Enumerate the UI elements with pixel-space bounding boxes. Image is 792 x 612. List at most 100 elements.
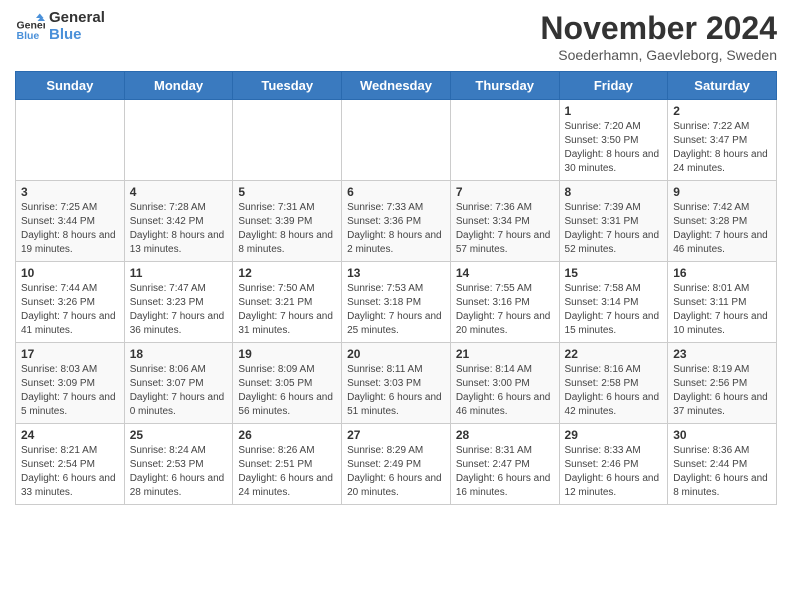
weekday-header-sunday: Sunday (16, 72, 125, 100)
day-number: 26 (238, 428, 336, 442)
calendar-cell: 22Sunrise: 8:16 AM Sunset: 2:58 PM Dayli… (559, 343, 668, 424)
logo-icon: General Blue (15, 12, 45, 42)
day-info: Sunrise: 7:58 AM Sunset: 3:14 PM Dayligh… (565, 282, 663, 338)
weekday-header-friday: Friday (559, 72, 668, 100)
calendar-cell: 16Sunrise: 8:01 AM Sunset: 3:11 PM Dayli… (668, 262, 777, 343)
day-number: 22 (565, 347, 663, 361)
calendar-cell: 20 Sunrise: 8:11 AM Sunset: 3:03 PM Dayli… (342, 343, 451, 424)
logo-blue: Blue (49, 27, 105, 44)
page-container: General Blue General Blue November 2024 … (0, 0, 792, 515)
day-number: 10 (21, 266, 119, 280)
weekday-header-monday: Monday (124, 72, 233, 100)
calendar-cell: 26 Sunrise: 8:26 AM Sunset: 2:51 PM Dayli… (233, 424, 342, 505)
calendar-cell: 12 Sunrise: 7:50 AM Sunset: 3:21 PM Dayli… (233, 262, 342, 343)
day-info: Sunrise: 8:33 AM Sunset: 2:46 PM Dayligh… (565, 444, 663, 500)
calendar-cell: 19 Sunrise: 8:09 AM Sunset: 3:05 PM Dayli… (233, 343, 342, 424)
day-number: 7 (456, 185, 554, 199)
day-number: 15 (565, 266, 663, 280)
calendar-cell (450, 100, 559, 181)
week-row-3: 10 Sunrise: 7:44 AM Sunset: 3:26 PM Dayli… (16, 262, 777, 343)
day-number: 27 (347, 428, 445, 442)
location: Soederhamn, Gaevleborg, Sweden (540, 47, 777, 63)
day-number: 24 (21, 428, 119, 442)
calendar-cell (342, 100, 451, 181)
calendar-cell: 11 Sunrise: 7:47 AM Sunset: 3:23 PM Dayli… (124, 262, 233, 343)
calendar-cell: 9Sunrise: 7:42 AM Sunset: 3:28 PM Daylig… (668, 181, 777, 262)
calendar-cell: 7Sunrise: 7:36 AM Sunset: 3:34 PM Daylig… (450, 181, 559, 262)
day-info: Sunrise: 8:14 AM Sunset: 3:00 PM Dayligh… (456, 363, 554, 419)
day-number: 11 (130, 266, 228, 280)
day-info: Sunrise: 7:39 AM Sunset: 3:31 PM Dayligh… (565, 201, 663, 257)
calendar-cell (16, 100, 125, 181)
week-row-2: 3 Sunrise: 7:25 AM Sunset: 3:44 PM Daylig… (16, 181, 777, 262)
calendar-cell: 21 Sunrise: 8:14 AM Sunset: 3:00 PM Dayli… (450, 343, 559, 424)
day-number: 21 (456, 347, 554, 361)
day-number: 3 (21, 185, 119, 199)
day-number: 4 (130, 185, 228, 199)
day-info: Sunrise: 7:50 AM Sunset: 3:21 PM Dayligh… (238, 282, 336, 338)
calendar-cell: 24Sunrise: 8:21 AM Sunset: 2:54 PM Dayli… (16, 424, 125, 505)
day-info: Sunrise: 7:28 AM Sunset: 3:42 PM Dayligh… (130, 201, 228, 257)
day-info: Sunrise: 7:22 AM Sunset: 3:47 PM Dayligh… (673, 120, 771, 176)
weekday-header-row: SundayMondayTuesdayWednesdayThursdayFrid… (16, 72, 777, 100)
calendar-cell: 14Sunrise: 7:55 AM Sunset: 3:16 PM Dayli… (450, 262, 559, 343)
day-number: 28 (456, 428, 554, 442)
day-info: Sunrise: 8:36 AM Sunset: 2:44 PM Dayligh… (673, 444, 771, 500)
calendar-cell: 8Sunrise: 7:39 AM Sunset: 3:31 PM Daylig… (559, 181, 668, 262)
calendar-cell: 6 Sunrise: 7:33 AM Sunset: 3:36 PM Daylig… (342, 181, 451, 262)
day-number: 5 (238, 185, 336, 199)
week-row-4: 17Sunrise: 8:03 AM Sunset: 3:09 PM Dayli… (16, 343, 777, 424)
month-title: November 2024 (540, 10, 777, 47)
day-info: Sunrise: 8:11 AM Sunset: 3:03 PM Dayligh… (347, 363, 445, 419)
day-info: Sunrise: 7:47 AM Sunset: 3:23 PM Dayligh… (130, 282, 228, 338)
page-header: General Blue General Blue November 2024 … (15, 10, 777, 63)
day-info: Sunrise: 8:01 AM Sunset: 3:11 PM Dayligh… (673, 282, 771, 338)
title-area: November 2024 Soederhamn, Gaevleborg, Sw… (540, 10, 777, 63)
day-info: Sunrise: 8:26 AM Sunset: 2:51 PM Dayligh… (238, 444, 336, 500)
week-row-5: 24Sunrise: 8:21 AM Sunset: 2:54 PM Dayli… (16, 424, 777, 505)
day-number: 25 (130, 428, 228, 442)
day-number: 17 (21, 347, 119, 361)
day-number: 13 (347, 266, 445, 280)
day-info: Sunrise: 7:20 AM Sunset: 3:50 PM Dayligh… (565, 120, 663, 176)
day-info: Sunrise: 7:53 AM Sunset: 3:18 PM Dayligh… (347, 282, 445, 338)
weekday-header-wednesday: Wednesday (342, 72, 451, 100)
day-number: 6 (347, 185, 445, 199)
calendar-cell: 13 Sunrise: 7:53 AM Sunset: 3:18 PM Dayli… (342, 262, 451, 343)
svg-text:Blue: Blue (17, 30, 40, 42)
week-row-1: 1 Sunrise: 7:20 AM Sunset: 3:50 PM Daylig… (16, 100, 777, 181)
weekday-header-thursday: Thursday (450, 72, 559, 100)
day-info: Sunrise: 8:24 AM Sunset: 2:53 PM Dayligh… (130, 444, 228, 500)
day-number: 29 (565, 428, 663, 442)
calendar-cell: 1 Sunrise: 7:20 AM Sunset: 3:50 PM Daylig… (559, 100, 668, 181)
day-info: Sunrise: 7:25 AM Sunset: 3:44 PM Dayligh… (21, 201, 119, 257)
calendar-cell: 10 Sunrise: 7:44 AM Sunset: 3:26 PM Dayli… (16, 262, 125, 343)
calendar-cell (233, 100, 342, 181)
calendar-cell: 5 Sunrise: 7:31 AM Sunset: 3:39 PM Daylig… (233, 181, 342, 262)
weekday-header-saturday: Saturday (668, 72, 777, 100)
day-number: 19 (238, 347, 336, 361)
day-info: Sunrise: 7:44 AM Sunset: 3:26 PM Dayligh… (21, 282, 119, 338)
calendar-cell: 15 Sunrise: 7:58 AM Sunset: 3:14 PM Dayli… (559, 262, 668, 343)
calendar-table: SundayMondayTuesdayWednesdayThursdayFrid… (15, 71, 777, 505)
day-info: Sunrise: 7:33 AM Sunset: 3:36 PM Dayligh… (347, 201, 445, 257)
calendar-cell: 18 Sunrise: 8:06 AM Sunset: 3:07 PM Dayli… (124, 343, 233, 424)
day-info: Sunrise: 8:06 AM Sunset: 3:07 PM Dayligh… (130, 363, 228, 419)
day-info: Sunrise: 8:09 AM Sunset: 3:05 PM Dayligh… (238, 363, 336, 419)
day-info: Sunrise: 7:42 AM Sunset: 3:28 PM Dayligh… (673, 201, 771, 257)
calendar-cell: 28 Sunrise: 8:31 AM Sunset: 2:47 PM Dayli… (450, 424, 559, 505)
day-number: 18 (130, 347, 228, 361)
day-info: Sunrise: 7:31 AM Sunset: 3:39 PM Dayligh… (238, 201, 336, 257)
day-number: 14 (456, 266, 554, 280)
day-number: 20 (347, 347, 445, 361)
calendar-cell: 3 Sunrise: 7:25 AM Sunset: 3:44 PM Daylig… (16, 181, 125, 262)
logo: General Blue General Blue (15, 10, 105, 43)
day-number: 12 (238, 266, 336, 280)
day-number: 2 (673, 104, 771, 118)
calendar-cell (124, 100, 233, 181)
logo-general: General (49, 9, 105, 26)
day-number: 1 (565, 104, 663, 118)
calendar-cell: 4 Sunrise: 7:28 AM Sunset: 3:42 PM Daylig… (124, 181, 233, 262)
day-info: Sunrise: 8:31 AM Sunset: 2:47 PM Dayligh… (456, 444, 554, 500)
day-info: Sunrise: 8:19 AM Sunset: 2:56 PM Dayligh… (673, 363, 771, 419)
